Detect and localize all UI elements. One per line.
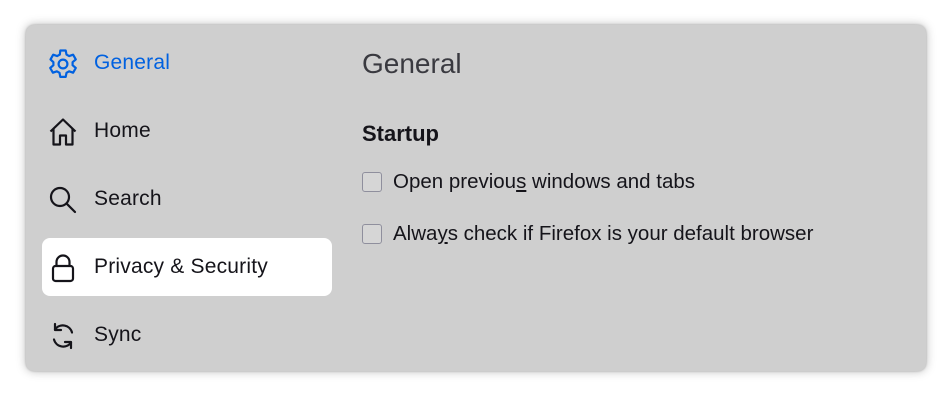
sidebar-item-privacy-security[interactable]: Privacy & Security — [42, 238, 332, 296]
default-browser-checkbox[interactable] — [362, 224, 382, 244]
restore-session-option[interactable]: Open previous windows and tabs — [362, 170, 695, 194]
search-icon — [46, 183, 80, 217]
sidebar-item-label: Search — [94, 187, 162, 210]
default-browser-label: Always check if Firefox is your default … — [393, 222, 814, 245]
gear-icon — [46, 47, 80, 81]
page-title: General — [362, 48, 462, 79]
settings-pane: General Startup Open previous windows an… — [362, 25, 926, 371]
default-browser-option[interactable]: Always check if Firefox is your default … — [362, 222, 813, 246]
sidebar: General Home Search Privacy & Security S… — [26, 25, 346, 371]
access-key: y — [437, 222, 448, 245]
sidebar-item-home[interactable]: Home — [42, 102, 332, 160]
sidebar-item-label: Home — [94, 119, 151, 142]
sidebar-item-search[interactable]: Search — [42, 170, 332, 228]
sidebar-item-label: Sync — [94, 323, 142, 346]
section-title-startup: Startup — [362, 121, 439, 146]
sync-icon — [46, 319, 80, 353]
home-icon — [46, 115, 80, 149]
sidebar-item-sync[interactable]: Sync — [42, 306, 332, 364]
restore-session-checkbox[interactable] — [362, 172, 382, 192]
lock-icon — [46, 251, 80, 285]
sidebar-item-label: General — [94, 51, 171, 74]
sidebar-item-general[interactable]: General — [42, 34, 332, 92]
access-key: s — [516, 170, 527, 193]
sidebar-item-label: Privacy & Security — [94, 255, 268, 278]
restore-session-label: Open previous windows and tabs — [393, 170, 695, 193]
settings-window: General Home Search Privacy & Security S… — [26, 25, 926, 371]
